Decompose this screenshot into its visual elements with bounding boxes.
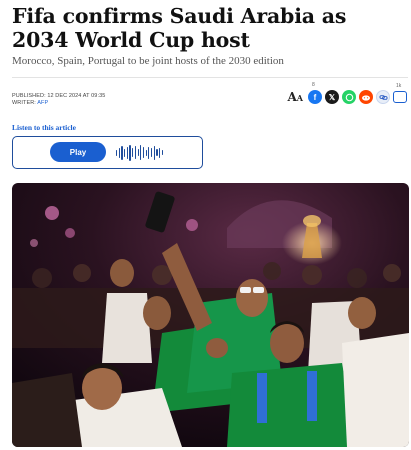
copy-link-icon[interactable] <box>376 90 390 104</box>
facebook-icon[interactable]: 8f <box>308 82 322 104</box>
published-label: PUBLISHED <box>12 93 45 99</box>
published-line: PUBLISHED: 12 DEC 2024 AT 09:35 <box>12 93 105 100</box>
facebook-share-count: 8 <box>312 82 315 88</box>
play-button[interactable]: Play <box>50 142 106 162</box>
listen-label: Listen to this article <box>12 123 76 132</box>
celebrating-fans-image <box>12 183 409 447</box>
x-icon[interactable]: 𝕏 <box>325 90 339 104</box>
article-hero-photo <box>12 183 409 447</box>
audio-player: Play <box>12 136 203 169</box>
writer-line: WRITER: AFP <box>12 100 105 107</box>
share-toolbar: AA 8f 𝕏 1k <box>287 82 407 108</box>
writer-label: WRITER: <box>12 100 36 106</box>
article-subheadline: Morocco, Spain, Portugal to be joint hos… <box>12 55 284 67</box>
divider <box>12 77 408 78</box>
comment-count: 1k <box>396 83 402 89</box>
reddit-icon[interactable] <box>359 90 373 104</box>
article-headline: Fifa confirms Saudi Arabia as 2034 World… <box>12 4 347 52</box>
comment-icon[interactable]: 1k <box>393 83 407 103</box>
article-meta: PUBLISHED: 12 DEC 2024 AT 09:35 WRITER: … <box>12 93 105 107</box>
waveform-icon <box>116 144 163 161</box>
whatsapp-icon[interactable] <box>342 90 356 104</box>
text-size-icon[interactable]: AA <box>287 90 303 104</box>
published-value: : 12 DEC 2024 AT 09:35 <box>44 93 106 99</box>
writer-link[interactable]: AFP <box>37 100 48 106</box>
